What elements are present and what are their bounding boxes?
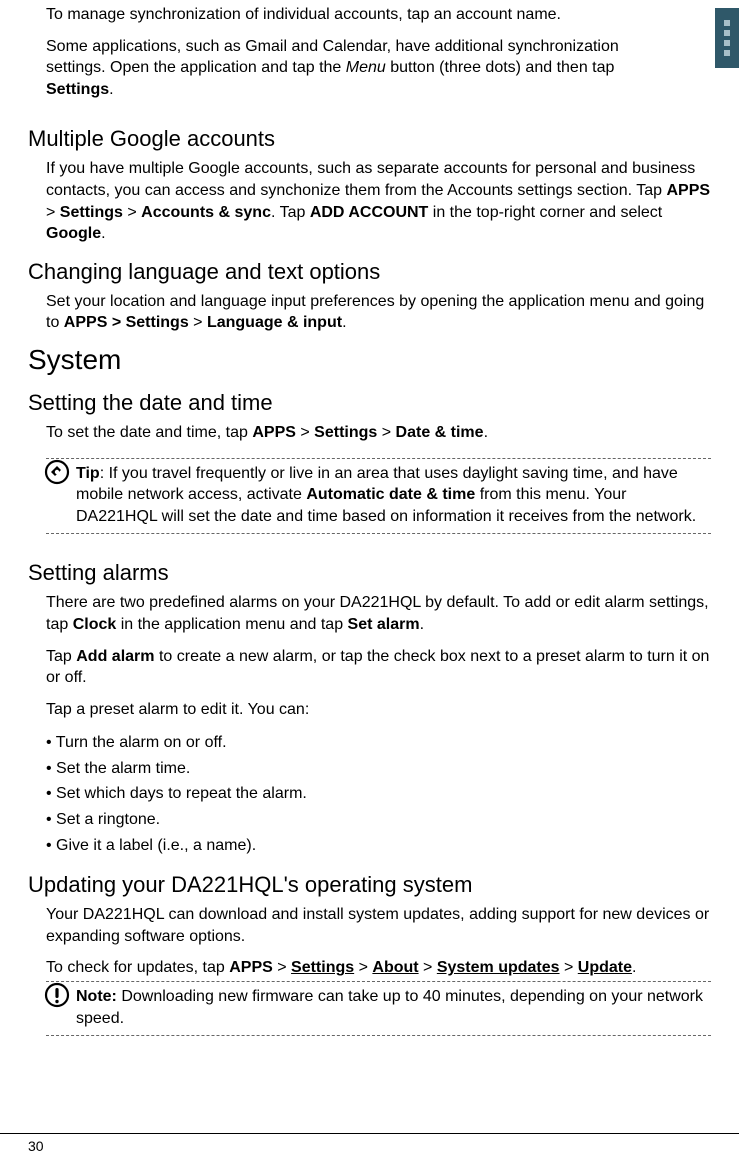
alarms-p1: There are two predefined alarms on your … xyxy=(46,592,711,635)
multi-p1: If you have multiple Google accounts, su… xyxy=(46,158,711,244)
update-p2: To check for updates, tap APPS > Setting… xyxy=(46,957,711,979)
note-box: Note: Downloading new firmware can take … xyxy=(46,981,711,1036)
section-tab xyxy=(715,8,739,68)
heading-language: Changing language and text options xyxy=(28,259,711,285)
tip-icon xyxy=(44,459,70,485)
heading-multiple-google: Multiple Google accounts xyxy=(28,126,711,152)
update-p1: Your DA221HQL can download and install s… xyxy=(46,904,711,947)
note-icon xyxy=(44,982,70,1008)
intro-p1: To manage synchronization of individual … xyxy=(46,4,711,26)
alarms-bullets: • Turn the alarm on or off. • Set the al… xyxy=(46,730,711,858)
alarms-p3: Tap a preset alarm to edit it. You can: xyxy=(46,699,711,721)
heading-update: Updating your DA221HQL's operating syste… xyxy=(28,872,711,898)
heading-system: System xyxy=(28,344,711,376)
tip-box: Tip: If you travel frequently or live in… xyxy=(46,458,711,535)
heading-alarms: Setting alarms xyxy=(28,560,711,586)
intro-p2: Some applications, such as Gmail and Cal… xyxy=(46,36,661,101)
alarms-p2: Tap Add alarm to create a new alarm, or … xyxy=(46,646,711,689)
lang-p1: Set your location and language input pre… xyxy=(46,291,711,334)
datetime-p1: To set the date and time, tap APPS > Set… xyxy=(46,422,711,444)
page-number: 30 xyxy=(0,1134,739,1154)
heading-datetime: Setting the date and time xyxy=(28,390,711,416)
